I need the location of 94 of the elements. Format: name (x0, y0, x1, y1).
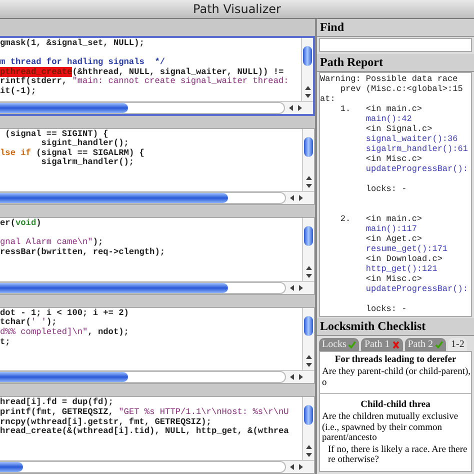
code-line: it(-1); (0, 86, 38, 97)
code-line: sigalrm_handler(); (41, 158, 136, 168)
report-line: at: (320, 94, 336, 104)
right-arrow-icon[interactable] (298, 374, 304, 380)
up-arrow-icon[interactable] (306, 264, 312, 271)
code-line: lse if (signal == SIGALRM) { (0, 148, 146, 158)
code-line: t; (0, 338, 12, 348)
horizontal-scrollbar[interactable] (0, 280, 314, 294)
checklist-tab[interactable]: 1-2 (448, 338, 468, 351)
right-arrow-icon[interactable] (298, 284, 304, 291)
down-arrow-icon[interactable] (306, 452, 312, 458)
left-arrow-icon[interactable] (289, 195, 295, 202)
report-line: 2. <in main.c> (339, 214, 424, 224)
report-link[interactable]: http_get():121 (320, 264, 471, 274)
section-header: Find (317, 19, 474, 37)
report-line: locks: - (364, 184, 408, 194)
report-link[interactable]: main():42 (320, 114, 471, 124)
report-line: <in Signal.c> (364, 124, 434, 134)
scroll-thumb[interactable] (304, 316, 313, 336)
report-line: prev (Misc.c:<global>:15 (339, 84, 464, 94)
vertical-scrollbar[interactable] (302, 308, 314, 370)
scroll-thumb[interactable] (0, 193, 228, 204)
checkmark-icon (435, 340, 444, 348)
code-line: rintf(stderr, "main: cannot create signal_waiter thread: (0, 77, 290, 86)
report-link[interactable]: main():117 (320, 224, 471, 234)
report-line: locks: - (364, 304, 408, 314)
left-arrow-icon[interactable] (289, 464, 295, 470)
vertical-scrollbar[interactable] (302, 218, 314, 281)
up-arrow-icon[interactable] (306, 175, 312, 182)
report-line: <in Misc.c> (364, 154, 424, 164)
code-line: (signal == SIGINT) { (4, 130, 108, 139)
report-link[interactable]: updateProgressBar(): (320, 284, 471, 294)
left-arrow-icon[interactable] (289, 374, 295, 380)
right-arrow-icon[interactable] (298, 195, 304, 202)
scroll-thumb[interactable] (303, 46, 312, 66)
horizontal-scrollbar[interactable] (0, 460, 314, 473)
left-arrow-icon[interactable] (288, 104, 294, 111)
cross-icon (392, 340, 400, 348)
scroll-thumb[interactable] (0, 282, 228, 293)
checklist-heading: For threads leading to derefer (334, 355, 458, 365)
report-line: <in Misc.c> (364, 274, 424, 284)
code-line: hread_create(&(wthread[i].tid), NULL, http_get, &(wthrea (0, 427, 290, 437)
report-link[interactable]: signal_waiter():36 (320, 134, 471, 144)
horizontal-scrollbar[interactable] (0, 370, 314, 384)
checklist-heading: Child-child threa (360, 400, 432, 410)
code-line: tchar(' '); (0, 318, 58, 328)
report-link[interactable]: updateProgressBar(): (320, 164, 471, 174)
up-arrow-icon[interactable] (304, 84, 310, 91)
vertical-scrollbar[interactable] (301, 38, 313, 101)
right-arrow-icon[interactable] (297, 104, 303, 111)
vertical-scrollbar[interactable] (302, 397, 314, 460)
code-line: dot - 1; i < 100; i += 2) (0, 308, 130, 318)
up-arrow-icon[interactable] (306, 354, 312, 360)
scroll-thumb[interactable] (304, 226, 313, 246)
section-header: Path Report (317, 54, 474, 72)
checklist-text: Are the children mutually exclusive (i.e., spawned by their common parent/ancesto (321, 412, 460, 444)
report-link[interactable]: sigalrm_handler():61 (320, 144, 471, 154)
down-arrow-icon[interactable] (306, 362, 312, 368)
code-line: d%% completed]\n", ndot); (0, 328, 130, 338)
down-arrow-icon[interactable] (304, 92, 310, 99)
code-line: er(void) (0, 219, 42, 229)
horizontal-scrollbar[interactable] (0, 191, 314, 204)
code-line: pthread_create(&hthread, NULL, signal_waiter, NULL)) != (0, 68, 284, 77)
report-link[interactable]: resume_get():171 (320, 244, 471, 254)
window-title: Path Visualizer (193, 2, 281, 16)
report-line: <in Download.c> (364, 254, 444, 264)
scroll-thumb[interactable] (0, 462, 23, 472)
report-line: <in Aget.c> (364, 234, 424, 244)
code-line: printf(fmt, GETREQSIZ, "GET %s HTTP/1.1\r\nHost: %s\r\nU (0, 408, 290, 418)
horizontal-scrollbar[interactable] (0, 100, 313, 114)
report-line: Warning: Possible data race (320, 74, 459, 84)
report-line: 1. <in main.c> (339, 104, 424, 114)
code-line: gmask(1, &signal_set, NULL); (0, 39, 146, 49)
code-line: ressBar(bwritten, req->clength); (0, 248, 166, 258)
code-line: hread[i].fd = dup(fd); (0, 398, 114, 408)
left-arrow-icon[interactable] (289, 284, 295, 291)
checklist-text: If no, there is likely a race. Are there re otherwise? (327, 444, 468, 466)
section-header: Locksmith Checklist (317, 318, 474, 336)
checkmark-icon (348, 340, 356, 348)
code-line: gnal Alarm came\n"); (0, 238, 104, 248)
code-line: sigint_handler(); (41, 139, 130, 148)
scroll-thumb[interactable] (0, 372, 128, 382)
find-field[interactable] (319, 38, 472, 52)
code-line: m thread for hadling signals */ (0, 58, 166, 68)
vertical-scrollbar[interactable] (302, 128, 314, 192)
scroll-thumb[interactable] (0, 102, 128, 113)
scroll-thumb[interactable] (304, 136, 313, 157)
up-arrow-icon[interactable] (306, 444, 312, 450)
right-arrow-icon[interactable] (298, 464, 304, 470)
checklist-text: Are they parent-child (or child-parent), o (321, 367, 471, 388)
down-arrow-icon[interactable] (306, 272, 312, 279)
scroll-thumb[interactable] (304, 405, 313, 426)
code-line: rncpy(wthread[i].getstr, fmt, GETREQSIZ); (0, 418, 212, 427)
down-arrow-icon[interactable] (306, 183, 312, 190)
